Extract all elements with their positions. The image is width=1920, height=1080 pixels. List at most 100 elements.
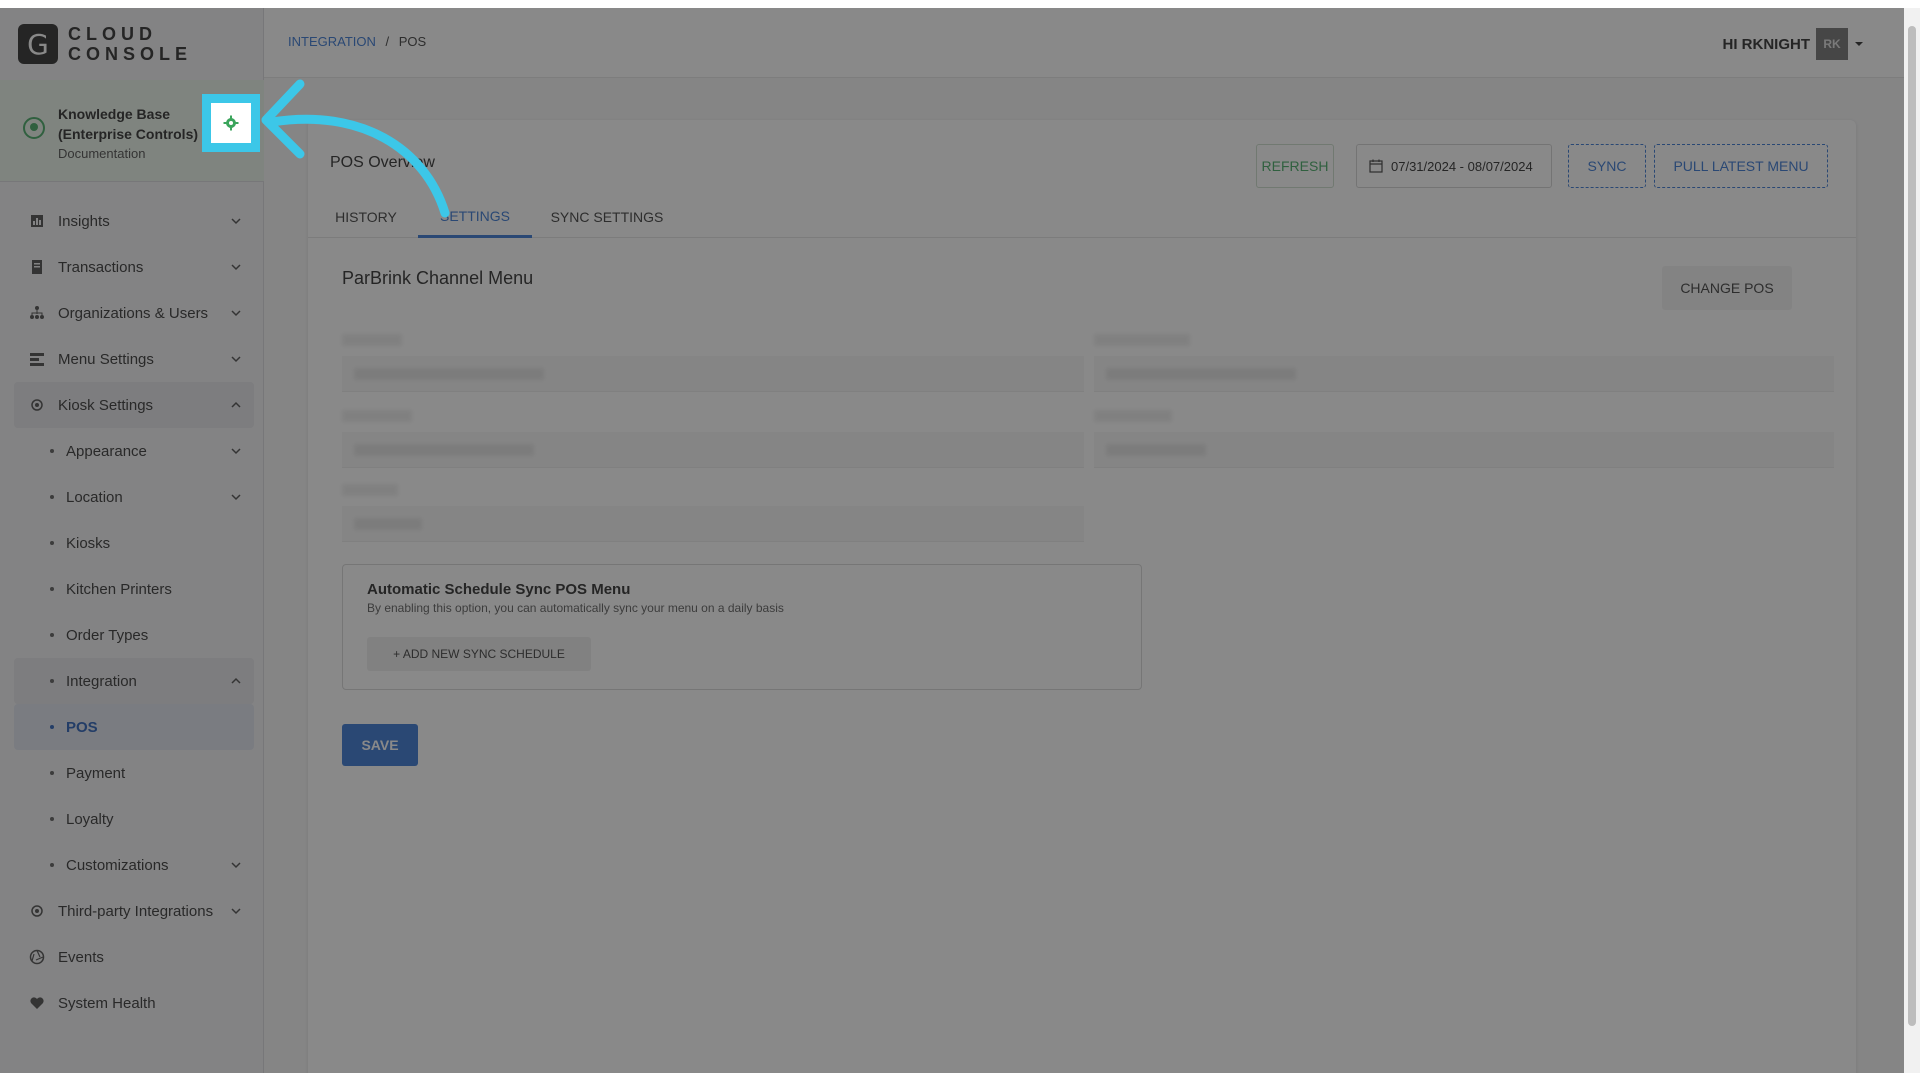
bullet-icon <box>50 495 54 499</box>
tab-sync-settings[interactable]: SYNC SETTINGS <box>544 196 670 238</box>
bullet-icon <box>50 679 54 683</box>
tab-bar: HISTORY SETTINGS SYNC SETTINGS <box>308 196 1856 238</box>
blurred-field-5[interactable] <box>342 484 1084 542</box>
schedule-panel: Automatic Schedule Sync POS Menu By enab… <box>342 564 1142 690</box>
avatar: RK <box>1816 28 1848 60</box>
blurred-field-4[interactable] <box>1094 410 1834 468</box>
chevron-down-icon <box>231 264 241 271</box>
sidebar: G CLOUD CONSOLE Knowledge Base (Enterpri… <box>0 8 264 1073</box>
tutorial-arrow-icon <box>261 79 450 218</box>
bullet-icon <box>50 771 54 775</box>
calendar-icon <box>1369 159 1383 173</box>
sidebar-item-label: Customizations <box>66 856 169 874</box>
sidebar-item-kiosk-settings[interactable]: Kiosk Settings <box>14 382 254 428</box>
sidebar-item-label: Payment <box>66 764 126 782</box>
breadcrumb-current: POS <box>398 34 427 49</box>
blurred-field-2[interactable] <box>1094 334 1834 392</box>
scrollbar[interactable] <box>1904 8 1920 1073</box>
logo[interactable]: G CLOUD CONSOLE <box>18 22 192 66</box>
sidebar-item-label: Kiosk Settings <box>58 396 154 414</box>
chevron-down-icon <box>231 494 241 501</box>
bullet-icon <box>50 863 54 867</box>
bullet-icon <box>50 817 54 821</box>
sidebar-item-order-types[interactable]: Order Types <box>14 612 254 658</box>
sidebar-item-label: Third-party Integrations <box>58 902 214 920</box>
change-pos-button[interactable]: CHANGE POS <box>1662 266 1792 310</box>
sidebar-item-kitchen-printers[interactable]: Kitchen Printers <box>14 566 254 612</box>
sync-button[interactable]: SYNC <box>1568 144 1646 188</box>
sidebar-item-location[interactable]: Location <box>14 474 254 520</box>
breadcrumb-separator: / <box>385 34 390 49</box>
header: INTEGRATION / POS HI RKNIGHT RK <box>264 8 1904 78</box>
sidebar-item-integration[interactable]: Integration <box>14 658 254 704</box>
sidebar-item-menu-settings[interactable]: Menu Settings <box>14 336 254 382</box>
sidebar-item-loyalty[interactable]: Loyalty <box>14 796 254 842</box>
logo-badge: G <box>18 24 58 64</box>
caret-down-icon <box>1855 42 1863 46</box>
sidebar-item-appearance[interactable]: Appearance <box>14 428 254 474</box>
sidebar-item-label: Integration <box>66 672 137 690</box>
receipt-icon <box>28 258 46 276</box>
breadcrumb: INTEGRATION / POS <box>288 34 426 49</box>
sidebar-item-label: Order Types <box>66 626 149 644</box>
top-strip <box>0 0 1920 8</box>
sidebar-item-label: Location <box>66 488 123 506</box>
aperture-icon <box>28 948 46 966</box>
sidebar-item-payment[interactable]: Payment <box>14 750 254 796</box>
date-range-picker[interactable]: 07/31/2024 - 08/07/2024 <box>1356 144 1552 188</box>
sidebar-item-pos[interactable]: POS <box>14 704 254 750</box>
sidebar-item-label: Loyalty <box>66 810 114 828</box>
chevron-down-icon <box>231 448 241 455</box>
schedule-title: Automatic Schedule Sync POS Menu <box>367 581 631 598</box>
bullet-icon <box>50 633 54 637</box>
save-button[interactable]: SAVE <box>342 724 418 766</box>
chevron-down-icon <box>231 908 241 915</box>
knowledge-base-subtitle[interactable]: Documentation <box>58 146 145 161</box>
refresh-button[interactable]: REFRESH <box>1256 144 1334 188</box>
chevron-down-icon <box>231 862 241 869</box>
user-greeting: HI RKNIGHT <box>1722 35 1811 53</box>
knowledge-base-title[interactable]: Knowledge Base (Enterprise Controls) <box>58 104 198 144</box>
logo-line1: CLOUD <box>68 24 157 44</box>
scrollbar-thumb[interactable] <box>1908 26 1916 1026</box>
sidebar-item-label: Events <box>58 948 104 966</box>
sidebar-item-label: Appearance <box>66 442 147 460</box>
chevron-up-icon <box>231 401 241 408</box>
gear-icon <box>28 396 46 414</box>
sidebar-item-label: System Health <box>58 994 156 1012</box>
breadcrumb-integration-link[interactable]: INTEGRATION <box>288 34 376 49</box>
blurred-field-1[interactable] <box>342 334 1084 392</box>
date-range-value: 07/31/2024 - 08/07/2024 <box>1391 158 1533 174</box>
sidebar-item-transactions[interactable]: Transactions <box>14 244 254 290</box>
sidebar-item-events[interactable]: Events <box>14 934 254 980</box>
sidebar-item-kiosks[interactable]: Kiosks <box>14 520 254 566</box>
add-sync-schedule-button[interactable]: + ADD NEW SYNC SCHEDULE <box>367 637 591 671</box>
pull-latest-menu-button[interactable]: PULL LATEST MENU <box>1654 144 1828 188</box>
location-pin-icon <box>23 117 45 139</box>
sidebar-item-label: Menu Settings <box>58 350 154 368</box>
sidebar-item-label: Insights <box>58 212 110 230</box>
sidebar-item-label: Kitchen Printers <box>66 580 172 598</box>
sidebar-item-insights[interactable]: Insights <box>14 198 254 244</box>
gear-icon <box>28 902 46 920</box>
insights-icon <box>28 212 46 230</box>
chevron-down-icon <box>231 218 241 225</box>
bottom-strip <box>0 1073 1920 1080</box>
heart-icon <box>28 994 46 1012</box>
blurred-field-3[interactable] <box>342 410 1084 468</box>
bullet-icon <box>50 725 54 729</box>
sidebar-item-label: Kiosks <box>66 534 111 552</box>
sidebar-item-customizations[interactable]: Customizations <box>14 842 254 888</box>
sidebar-item-third-party-integrations[interactable]: Third-party Integrations <box>14 888 254 934</box>
sidebar-item-label: POS <box>66 718 98 736</box>
bullet-icon <box>50 587 54 591</box>
user-menu[interactable]: HI RKNIGHT RK <box>1723 28 1865 60</box>
logo-line2: CONSOLE <box>68 44 193 64</box>
main-area: POS Overview REFRESH 07/31/2024 - 08/07/… <box>264 78 1904 1080</box>
logo-text: CLOUD CONSOLE <box>68 24 192 64</box>
sidebar-nav: Insights Transactions Organizations & User… <box>14 198 254 1026</box>
bullet-icon <box>50 449 54 453</box>
sidebar-item-system-health[interactable]: System Health <box>14 980 254 1026</box>
sidebar-item-organizations-users[interactable]: Organizations & Users <box>14 290 254 336</box>
knowledge-base-settings-button[interactable] <box>211 103 251 143</box>
